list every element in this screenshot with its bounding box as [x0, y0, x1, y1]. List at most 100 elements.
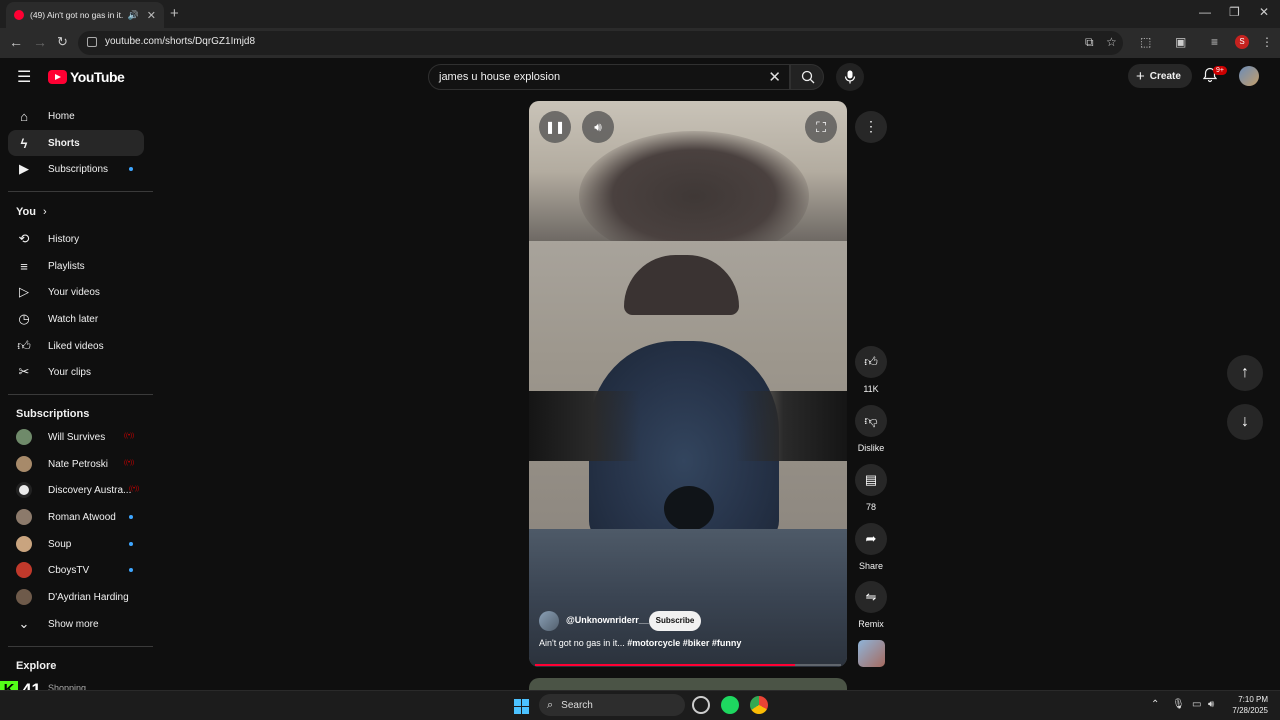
channel-name: CboysTV: [48, 564, 90, 576]
fullscreen-button[interactable]: ⛶: [805, 111, 837, 143]
reload-button[interactable]: ↻: [57, 34, 68, 50]
comments-button[interactable]: ▤ 78: [855, 464, 887, 512]
profile-avatar[interactable]: S: [1235, 35, 1249, 49]
show-more-button[interactable]: ⌄ Show more: [8, 611, 144, 637]
pause-button[interactable]: ❚❚: [539, 111, 571, 143]
progress-fill: [535, 664, 796, 666]
channel-name: Roman Atwood: [48, 511, 116, 523]
hamburger-menu-icon[interactable]: ☰: [17, 67, 31, 87]
explore-heading: Explore: [16, 660, 57, 672]
share-button[interactable]: ➦ Share: [855, 523, 887, 571]
show-more-label: Show more: [48, 618, 99, 630]
next-short-preview[interactable]: [529, 678, 847, 690]
sidebar-subscription-item[interactable]: D'Aydrian Harding: [8, 584, 144, 610]
browser-menu-icon[interactable]: ⋮: [1261, 35, 1273, 49]
like-button[interactable]: 👍︎ 11K: [855, 346, 887, 394]
remix-icon: ⇋: [855, 581, 887, 613]
next-short-button[interactable]: ↓: [1227, 404, 1263, 440]
divider: [8, 191, 153, 192]
youtube-logo[interactable]: YouTube: [48, 69, 125, 85]
remix-label: Remix: [858, 619, 884, 629]
you-section-heading[interactable]: You ›: [16, 206, 47, 218]
windows-start-icon[interactable]: [514, 699, 529, 714]
snipping-tool-icon[interactable]: [692, 696, 710, 714]
site-info-icon[interactable]: [87, 37, 97, 47]
search-input[interactable]: james u house explosion ✕: [428, 64, 790, 90]
bookmark-star-icon[interactable]: ☆: [1106, 35, 1117, 49]
video-title: Ain't got no gas in it... #motorcycle #b…: [539, 638, 741, 648]
video-progress-bar[interactable]: [535, 664, 841, 666]
sidebar: ⌂ Home ϟ Shorts ▶ Subscriptions You › ⟲ …: [0, 100, 154, 690]
search-query-text: james u house explosion: [439, 71, 561, 83]
side-panel-icon[interactable]: ▣: [1175, 35, 1186, 49]
previous-short-button[interactable]: ↑: [1227, 355, 1263, 391]
channel-name: Nate Petroski: [48, 458, 109, 470]
sidebar-item-history[interactable]: ⟲ History: [8, 226, 144, 252]
sound-thumbnail[interactable]: [858, 640, 885, 667]
search-button[interactable]: [790, 64, 824, 90]
video-hashtags[interactable]: #motorcycle #biker #funny: [627, 638, 741, 648]
channel-avatar: [16, 536, 32, 552]
voice-search-button[interactable]: [836, 63, 864, 91]
spotify-icon[interactable]: [721, 696, 739, 714]
browser-tab[interactable]: (49) Ain't got no gas in it... 🔊 ✕: [6, 2, 164, 28]
shorts-icon: ϟ: [20, 135, 28, 151]
forward-button[interactable]: →: [33, 34, 47, 50]
arrow-up-icon: ↑: [1241, 364, 1249, 381]
new-content-dot: [129, 167, 133, 171]
tab-audio-icon[interactable]: 🔊: [128, 10, 139, 21]
remix-button[interactable]: ⇋ Remix: [855, 581, 887, 629]
taskbar-search[interactable]: ⌕ Search: [539, 694, 685, 716]
sidebar-subscription-item[interactable]: Will Survives ((•)): [8, 424, 144, 450]
network-icon[interactable]: ▭: [1192, 699, 1201, 710]
sidebar-item-your-clips[interactable]: ✂ Your clips: [8, 359, 144, 385]
url-text: youtube.com/shorts/DqrGZ1Imjd8: [105, 36, 256, 47]
shorts-video-player[interactable]: ❚❚ 🔊︎ ⛶ @Unknownriderr__ Subscribe Ain't…: [529, 101, 847, 667]
account-avatar[interactable]: [1239, 66, 1259, 86]
sidebar-item-subscriptions[interactable]: ▶ Subscriptions: [8, 156, 144, 182]
fullscreen-icon: ⛶: [816, 119, 826, 135]
like-count: 11K: [863, 384, 879, 394]
address-bar[interactable]: youtube.com/shorts/DqrGZ1Imjd8: [78, 31, 1123, 55]
notification-count-badge: 9+: [1213, 66, 1227, 75]
volume-icon: 🔊︎: [594, 120, 602, 134]
create-button[interactable]: + Create: [1128, 64, 1192, 88]
system-clock[interactable]: 7:10 PM 7/28/2025: [1224, 694, 1268, 716]
dislike-button[interactable]: 👎︎ Dislike: [852, 405, 890, 453]
chrome-icon[interactable]: [750, 696, 768, 714]
back-button[interactable]: ←: [9, 34, 23, 50]
sidebar-item-label: Playlists: [48, 260, 85, 272]
cast-icon[interactable]: ⧉: [1085, 35, 1094, 50]
sidebar-item-home[interactable]: ⌂ Home: [8, 103, 144, 129]
channel-name[interactable]: @Unknownriderr__: [566, 615, 649, 625]
minimize-button[interactable]: —: [1199, 5, 1211, 19]
sidebar-subscription-item[interactable]: Roman Atwood: [8, 504, 144, 530]
sidebar-subscription-item[interactable]: Discovery Austra... ((•)): [8, 477, 144, 503]
microphone-tray-icon[interactable]: 🎙︎: [1172, 699, 1185, 710]
clear-search-icon[interactable]: ✕: [768, 68, 781, 86]
close-window-button[interactable]: ✕: [1259, 5, 1269, 19]
new-tab-button[interactable]: +: [170, 5, 179, 22]
sidebar-item-your-videos[interactable]: ▷ Your videos: [8, 279, 144, 305]
extensions-icon[interactable]: ⬚: [1140, 35, 1151, 49]
sidebar-subscription-item[interactable]: CboysTV: [8, 557, 144, 583]
share-label: Share: [858, 561, 884, 571]
sidebar-item-shorts[interactable]: ϟ Shorts: [8, 130, 144, 156]
sidebar-item-playlists[interactable]: ≡ Playlists: [8, 253, 144, 279]
media-control-icon[interactable]: ≡: [1211, 35, 1218, 49]
youtube-favicon-icon: [14, 10, 24, 20]
channel-avatar[interactable]: [539, 611, 559, 631]
chevron-right-icon: ›: [43, 206, 47, 218]
sidebar-subscription-item[interactable]: Nate Petroski ((•)): [8, 451, 144, 477]
volume-tray-icon[interactable]: 🔊︎: [1208, 699, 1214, 710]
sidebar-item-liked-videos[interactable]: 👍︎ Liked videos: [8, 333, 144, 359]
volume-button[interactable]: 🔊︎: [582, 111, 614, 143]
restore-button[interactable]: ❐: [1229, 5, 1240, 19]
tab-close-icon[interactable]: ✕: [147, 9, 156, 22]
sidebar-subscription-item[interactable]: Soup: [8, 531, 144, 557]
sidebar-item-watch-later[interactable]: ◷ Watch later: [8, 306, 144, 332]
more-options-button[interactable]: ⋮: [855, 111, 887, 143]
you-heading-label: You: [16, 206, 36, 218]
subscribe-button[interactable]: Subscribe: [649, 611, 701, 631]
tray-overflow-icon[interactable]: ⌃: [1151, 699, 1159, 710]
